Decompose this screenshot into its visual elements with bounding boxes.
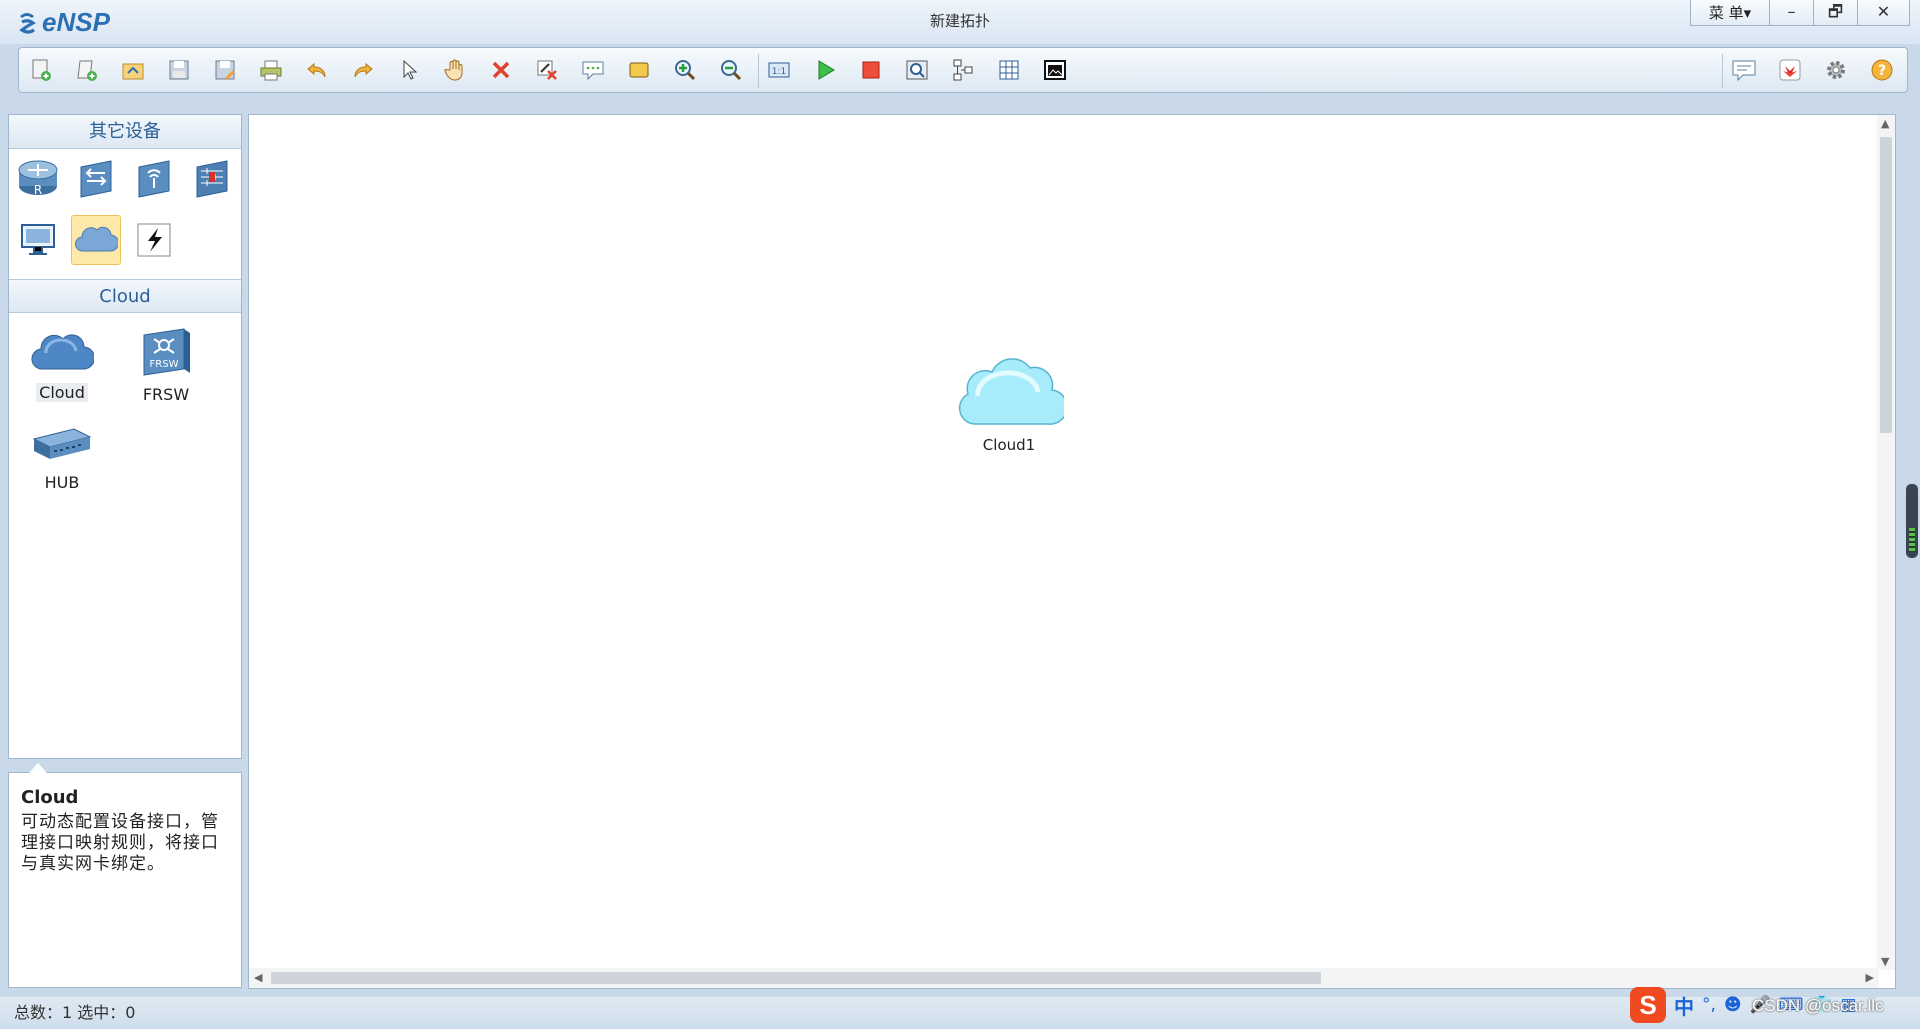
topology-icon[interactable] (950, 57, 976, 83)
horizontal-scroll-thumb[interactable] (271, 972, 1321, 984)
close-button[interactable]: ✕ (1858, 0, 1910, 26)
cloud-icon[interactable] (71, 215, 121, 265)
sogou-ime-icon[interactable]: S (1630, 987, 1666, 1023)
device-label: HUB (44, 473, 80, 492)
delete-icon[interactable] (488, 57, 514, 83)
device-frsw[interactable]: FRSW FRSW (121, 323, 211, 404)
print-icon[interactable] (258, 57, 284, 83)
device-panel: 其它设备 R Cloud Cloud FRSW FRSW HUB (8, 114, 242, 759)
description-title: Cloud (21, 787, 79, 808)
pc-icon[interactable] (13, 215, 63, 265)
vertical-scroll-thumb[interactable] (1880, 137, 1892, 433)
canvas-node-cloud1[interactable]: Cloud1 (949, 340, 1069, 454)
toolbar-separator (758, 54, 759, 88)
device-hub[interactable]: HUB (17, 423, 107, 492)
select-icon[interactable] (396, 57, 422, 83)
cloud-icon (958, 358, 1068, 425)
category-header: 其它设备 (9, 115, 241, 149)
rectangle-icon[interactable] (626, 57, 652, 83)
toolbar-separator (1722, 54, 1723, 88)
toolbar: 1:1 ? (18, 47, 1908, 93)
undo-icon[interactable] (304, 57, 330, 83)
menu-button[interactable]: 菜 单▾ (1690, 0, 1770, 26)
link-icon[interactable] (129, 215, 179, 265)
device-label: FRSW (142, 385, 190, 404)
status-text: 总数：1 选中：0 (14, 1003, 136, 1022)
node-label: Cloud1 (982, 436, 1036, 454)
scroll-left-icon[interactable]: ◀ (254, 971, 262, 984)
delete-link-icon[interactable] (534, 57, 560, 83)
svg-text:FRSW: FRSW (150, 359, 179, 370)
new-topology-icon[interactable] (28, 57, 54, 83)
chat-icon[interactable] (1731, 57, 1757, 83)
help-icon[interactable]: ? (1869, 57, 1895, 83)
scroll-down-icon[interactable]: ▼ (1881, 955, 1889, 968)
punctuation-icon[interactable]: °, (1702, 995, 1716, 1015)
window-title: 新建拓扑 (929, 12, 990, 30)
device-cloud[interactable]: Cloud (17, 323, 107, 402)
svg-text:1:1: 1:1 (772, 67, 786, 77)
description-text: 可动态配置设备接口，管理接口映射规则，将接口与真实网卡绑定。 (21, 812, 219, 874)
screenshot-icon[interactable] (1042, 57, 1068, 83)
emoji-icon[interactable]: ☻ (1724, 995, 1742, 1015)
side-dock-handle[interactable] (1906, 484, 1918, 558)
redo-icon[interactable] (350, 57, 376, 83)
topology-canvas[interactable]: Cloud1 ▲ ▼ ◀ ▶ (248, 114, 1896, 989)
scroll-up-icon[interactable]: ▲ (1881, 117, 1889, 130)
grid-icon[interactable] (996, 57, 1022, 83)
device-header: Cloud (9, 279, 241, 313)
minimize-button[interactable]: – (1770, 0, 1814, 26)
vertical-scrollbar[interactable]: ▲ ▼ (1877, 115, 1895, 970)
settings-icon[interactable] (1823, 57, 1849, 83)
switch-icon[interactable] (71, 153, 121, 203)
ime-language-toggle[interactable]: 中 (1674, 991, 1694, 1020)
text-note-icon[interactable] (580, 57, 606, 83)
huawei-icon[interactable] (1777, 57, 1803, 83)
description-pointer (29, 763, 47, 773)
svg-text:R: R (34, 183, 42, 197)
capture-icon[interactable] (904, 57, 930, 83)
category-grid: R (9, 149, 241, 279)
start-device-icon[interactable] (812, 57, 838, 83)
open-icon[interactable] (120, 57, 146, 83)
hub-icon (32, 428, 92, 459)
zoom-out-icon[interactable] (718, 57, 744, 83)
scroll-right-icon[interactable]: ▶ (1866, 971, 1874, 984)
new-lab-icon[interactable] (74, 57, 100, 83)
svg-text:?: ? (1878, 63, 1886, 79)
zoom-in-icon[interactable] (672, 57, 698, 83)
firewall-icon[interactable] (187, 153, 237, 203)
stop-device-icon[interactable] (858, 57, 884, 83)
wireless-icon[interactable] (129, 153, 179, 203)
description-panel: Cloud 可动态配置设备接口，管理接口映射规则，将接口与真实网卡绑定。 (8, 763, 242, 988)
watermark: CSDN @oscar.llc (1752, 996, 1884, 1015)
save-icon[interactable] (166, 57, 192, 83)
grip-icon (1909, 528, 1915, 552)
save-as-icon[interactable] (212, 57, 238, 83)
device-label: Cloud (36, 383, 88, 402)
router-icon[interactable]: R (13, 153, 63, 203)
fit-view-icon[interactable]: 1:1 (766, 57, 792, 83)
frsw-icon: FRSW (143, 328, 190, 376)
cloud-icon (31, 334, 95, 370)
title-bar: eNSP 新建拓扑 菜 单▾ – 🗗 ✕ (0, 0, 1920, 44)
pan-hand-icon[interactable] (442, 57, 468, 83)
restore-button[interactable]: 🗗 (1814, 0, 1858, 26)
